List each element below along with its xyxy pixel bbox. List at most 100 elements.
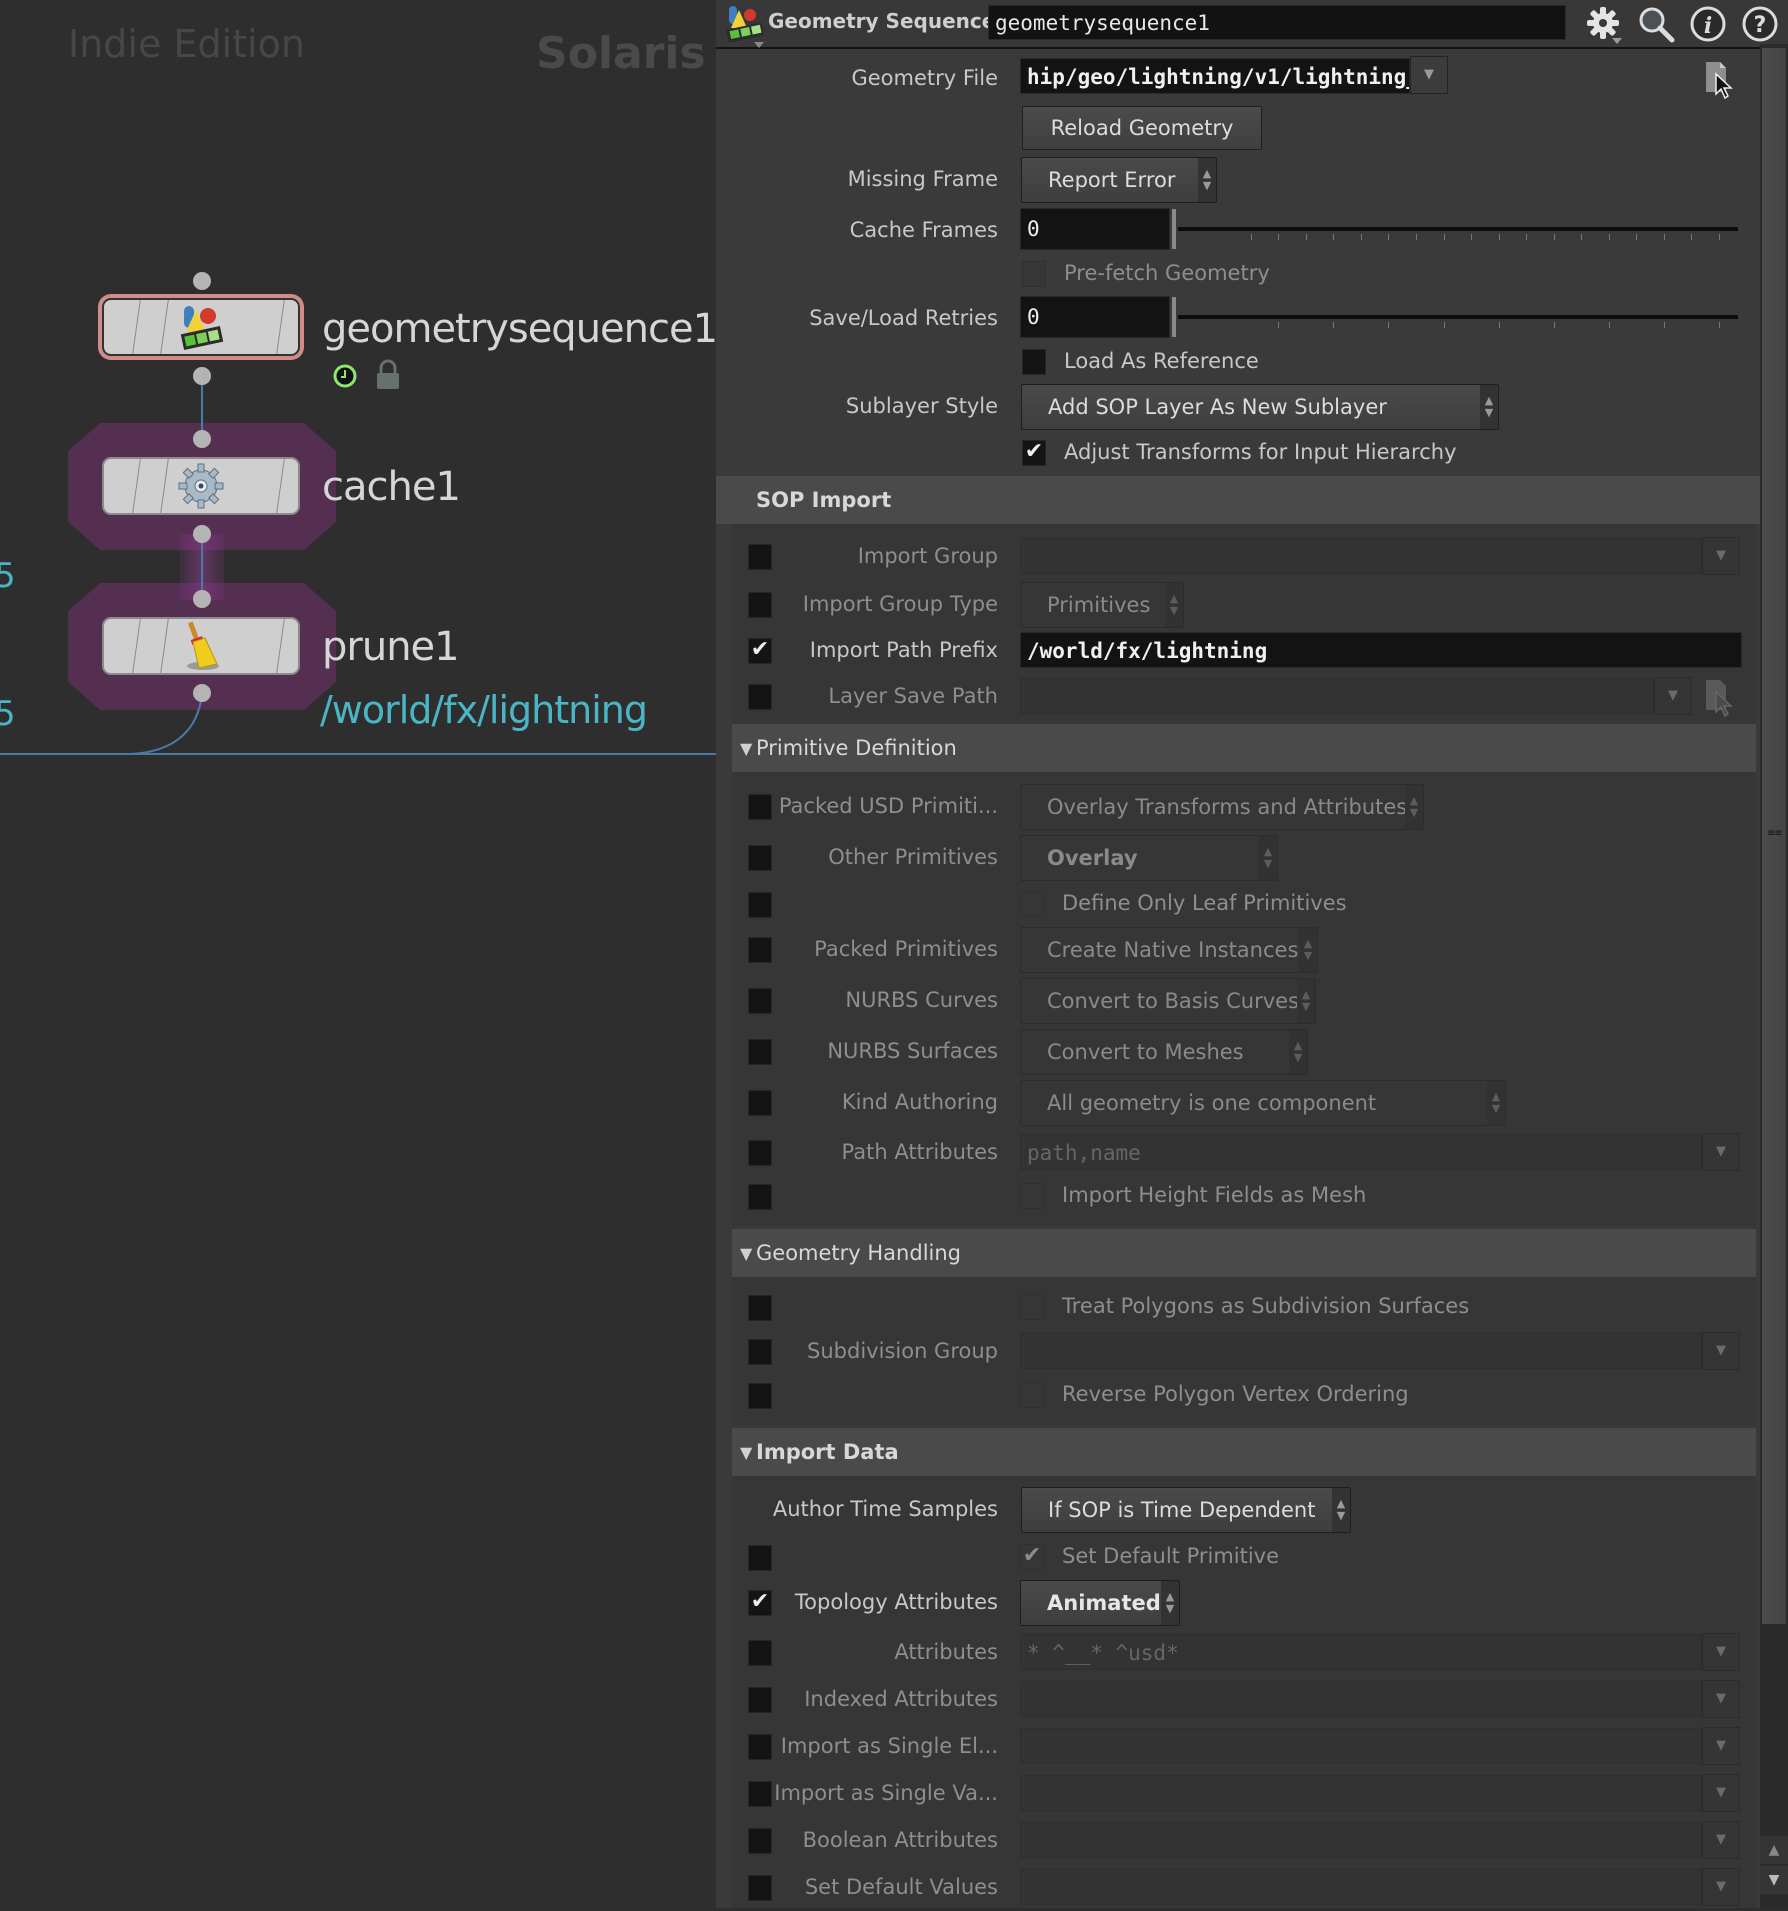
section-primitive-definition[interactable]: ▼ Primitive Definition [732, 724, 1756, 772]
single-value-field[interactable] [1020, 1775, 1702, 1811]
file-chooser-icon[interactable] [1702, 678, 1738, 718]
nurbs-curves-value: Convert to Basis Curves [1047, 989, 1300, 1013]
geometry-file-field[interactable]: hip/geo/lightning/v1/lightning_v1.$F.bge… [1020, 58, 1410, 94]
input-port[interactable] [193, 590, 211, 608]
lock-icon[interactable] [375, 359, 401, 391]
packed-primitives-menu[interactable]: Create Native Instances ▲ ▼ [1020, 927, 1318, 973]
cache-frames-slider-handle[interactable] [1172, 209, 1176, 249]
single-element-dropdown[interactable]: ▼ [1702, 1727, 1740, 1765]
treat-polygons-checkbox[interactable] [1020, 1294, 1044, 1320]
nurbs-surfaces-menu[interactable]: Convert to Meshes ▲ ▼ [1020, 1029, 1308, 1075]
other-primitives-menu[interactable]: Overlay ▲ ▼ [1020, 835, 1278, 881]
indexed-attributes-field[interactable] [1020, 1681, 1702, 1717]
nurbs-curves-menu[interactable]: Convert to Basis Curves ▲ ▼ [1020, 978, 1316, 1024]
file-chooser-icon[interactable] [1702, 60, 1738, 100]
attributes-dropdown[interactable]: ▼ [1702, 1633, 1740, 1671]
node-name[interactable]: geometrysequence1 [322, 306, 718, 352]
adjust-transforms-checkbox[interactable]: ✔ [1022, 440, 1046, 466]
packed-primitives-row: Packed Primitives Create Native Instance… [716, 927, 1788, 973]
define-only-leaf-toggle[interactable] [748, 892, 772, 918]
input-port[interactable] [193, 272, 211, 290]
path-attributes-field[interactable]: path,name [1020, 1134, 1702, 1170]
set-default-values-dropdown[interactable]: ▼ [1702, 1868, 1740, 1906]
indexed-attributes-dropdown[interactable]: ▼ [1702, 1680, 1740, 1718]
node-prune1[interactable] [102, 617, 300, 675]
missing-frame-menu[interactable]: Report Error ▲ ▼ [1021, 157, 1217, 203]
topology-attributes-label: Topology Attributes [794, 1590, 998, 1614]
set-default-primitive-toggle[interactable] [748, 1545, 772, 1571]
section-import-data[interactable]: ▼ Import Data [732, 1428, 1756, 1476]
single-value-dropdown[interactable]: ▼ [1702, 1774, 1740, 1812]
node-name[interactable]: cache1 [322, 464, 461, 510]
reverse-polygon-toggle[interactable] [748, 1383, 772, 1409]
height-fields-toggle[interactable] [748, 1184, 772, 1210]
geometry-file-dropdown[interactable]: ▼ [1410, 56, 1448, 94]
topology-attributes-menu[interactable]: Animated ▲ ▼ [1020, 1580, 1180, 1626]
set-default-primitive-checkbox[interactable]: ✔ [1020, 1544, 1044, 1570]
scrollbar-grip-icon: ≡≡ [1767, 828, 1783, 839]
network-editor[interactable]: Indie Edition Solaris 5 5 geometrysequen… [0, 0, 718, 1908]
single-element-field[interactable] [1020, 1728, 1702, 1764]
help-icon[interactable]: ? [1740, 4, 1780, 44]
import-group-field[interactable] [1020, 538, 1702, 574]
kind-authoring-menu[interactable]: All geometry is one component ▲ ▼ [1020, 1080, 1506, 1126]
import-group-dropdown[interactable]: ▼ [1702, 537, 1740, 575]
subdivision-group-field[interactable] [1020, 1333, 1702, 1369]
define-only-leaf-checkbox[interactable] [1020, 891, 1044, 917]
info-icon[interactable]: i [1688, 4, 1728, 44]
section-geometry-handling[interactable]: ▼ Geometry Handling [732, 1229, 1756, 1277]
single-value-label: Import as Single Va... [774, 1781, 998, 1805]
treat-polygons-toggle[interactable] [748, 1295, 772, 1321]
output-port[interactable] [193, 367, 211, 385]
node-name[interactable]: prune1 [322, 624, 460, 670]
collapse-triangle-icon[interactable]: ▼ [740, 1244, 752, 1263]
collapse-triangle-icon[interactable]: ▼ [740, 1443, 752, 1462]
scroll-up-arrow[interactable]: ▲ [1760, 1836, 1788, 1864]
input-port[interactable] [193, 430, 211, 448]
node-name-field[interactable]: geometrysequence1 [988, 5, 1566, 40]
layer-save-path-dropdown[interactable]: ▼ [1654, 677, 1692, 715]
gear-icon[interactable] [1584, 4, 1624, 44]
boolean-attributes-dropdown[interactable]: ▼ [1702, 1821, 1740, 1859]
output-port[interactable] [193, 684, 211, 702]
subdivision-group-dropdown[interactable]: ▼ [1702, 1332, 1740, 1370]
spinner-arrows-icon: ▲ ▼ [1161, 1581, 1179, 1625]
search-icon[interactable] [1636, 4, 1676, 44]
parameter-pane: Geometry Sequence geometrysequence1 i ? [716, 0, 1788, 1908]
height-fields-checkbox[interactable] [1020, 1183, 1044, 1209]
scroll-down-arrow[interactable]: ▼ [1760, 1866, 1788, 1894]
prefetch-checkbox[interactable] [1022, 261, 1046, 287]
cache-frames-field[interactable]: 0 [1020, 208, 1170, 250]
attributes-field[interactable]: * ^__* ^usd* [1020, 1634, 1702, 1670]
topology-attributes-value: Animated [1047, 1591, 1161, 1615]
load-as-reference-checkbox[interactable] [1022, 349, 1046, 375]
missing-frame-row: Missing Frame Report Error ▲ ▼ [716, 157, 1788, 203]
author-time-samples-menu[interactable]: If SOP is Time Dependent ▲ ▼ [1021, 1487, 1351, 1533]
node-type-icon[interactable] [724, 4, 766, 48]
sublayer-style-menu[interactable]: Add SOP Layer As New Sublayer ▲ ▼ [1021, 384, 1499, 430]
save-load-retries-slider-handle[interactable] [1172, 297, 1176, 337]
path-attributes-dropdown[interactable]: ▼ [1702, 1133, 1740, 1171]
scrollbar-thumb[interactable]: ≡≡ [1762, 48, 1786, 1624]
set-default-values-field[interactable] [1020, 1869, 1702, 1905]
import-path-prefix-row: ✔ Import Path Prefix /world/fx/lightning [716, 628, 1788, 674]
spinner-arrows-icon: ▲ ▼ [1165, 583, 1183, 627]
output-port[interactable] [193, 525, 211, 543]
save-load-retries-field[interactable]: 0 [1020, 296, 1170, 338]
node-cache1[interactable] [102, 457, 300, 515]
save-load-retries-slider-track[interactable] [1178, 315, 1738, 319]
reload-geometry-button[interactable]: Reload Geometry [1022, 106, 1262, 150]
node-geometrysequence1[interactable] [102, 298, 300, 356]
import-group-type-menu[interactable]: Primitives ▲ ▼ [1020, 582, 1184, 628]
svg-text:?: ? [1754, 13, 1767, 38]
cache-frames-slider-track[interactable] [1178, 227, 1738, 231]
nurbs-surfaces-value: Convert to Meshes [1047, 1040, 1244, 1064]
import-path-prefix-field[interactable]: /world/fx/lightning [1020, 632, 1742, 668]
reverse-polygon-checkbox[interactable] [1020, 1382, 1044, 1408]
boolean-attributes-field[interactable] [1020, 1822, 1702, 1858]
packed-usd-menu[interactable]: Overlay Transforms and Attributes ▲ ▼ [1020, 784, 1424, 830]
collapse-triangle-icon[interactable]: ▼ [740, 739, 752, 758]
vertical-scrollbar[interactable]: ≡≡ ▲ ▼ [1760, 44, 1788, 1908]
layer-save-path-field[interactable] [1020, 678, 1654, 714]
indexed-attributes-label: Indexed Attributes [804, 1687, 998, 1711]
